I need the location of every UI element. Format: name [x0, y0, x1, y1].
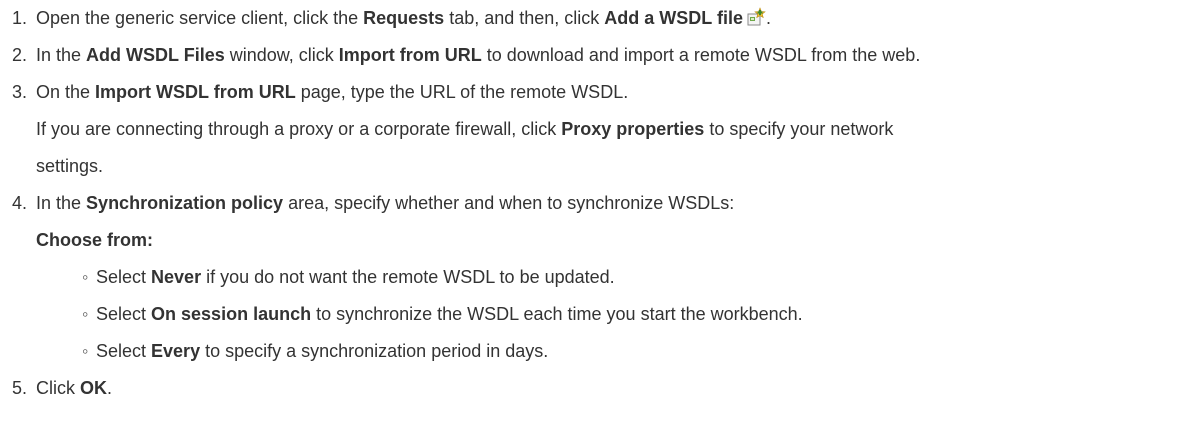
step-text: . — [765, 8, 771, 28]
step-4: 4. In the Synchronization policy area, sp… — [12, 185, 1199, 222]
step-text: Open the generic service client, click t… — [36, 8, 364, 28]
step-text: Select — [96, 304, 152, 324]
step-1: 1. Open the generic service client, click… — [12, 0, 1199, 37]
step-number: 2. — [12, 45, 28, 65]
choose-from-label: Choose from: — [36, 230, 153, 250]
ui-term: Import from URL — [338, 45, 482, 65]
step-number: 4. — [12, 193, 28, 213]
step-3-note-cont: settings. — [12, 148, 1199, 185]
bullet-icon: ◦ — [82, 341, 89, 361]
choose-from-heading: Choose from: — [12, 222, 1199, 259]
step-text: to synchronize the WSDL each time you st… — [311, 304, 803, 324]
ui-term: OK — [80, 378, 107, 398]
step-text: page, type the URL of the remote WSDL. — [295, 82, 629, 102]
step-number: 3. — [12, 82, 28, 102]
instructions-list: 1. Open the generic service client, click… — [0, 0, 1199, 407]
step-text: window, click — [224, 45, 339, 65]
step-5: 5. Click OK. — [12, 370, 1199, 407]
ui-term: Add a WSDL file — [604, 8, 743, 28]
ui-term: Synchronization policy — [86, 193, 284, 213]
ui-term: Requests — [363, 8, 445, 28]
ui-term: Never — [151, 267, 202, 287]
step-text: On the — [36, 82, 96, 102]
step-text: In the — [36, 45, 87, 65]
list-item: ◦ Select On session launch to synchronize… — [12, 296, 1199, 333]
step-3-note: If you are connecting through a proxy or… — [12, 111, 1199, 148]
ui-term: Proxy properties — [561, 119, 705, 139]
step-text: tab, and then, click — [444, 8, 605, 28]
ui-term: Every — [151, 341, 201, 361]
step-text: . — [107, 378, 113, 398]
step-number: 5. — [12, 378, 28, 398]
bullet-icon: ◦ — [82, 304, 89, 324]
step-text: Click — [36, 378, 80, 398]
step-text: if you do not want the remote WSDL to be… — [201, 267, 615, 287]
step-2: 2. In the Add WSDL Files window, click Im… — [12, 37, 1199, 74]
step-text: to specify a synchronization period in d… — [200, 341, 549, 361]
step-text: Select — [96, 267, 152, 287]
step-text: to specify your network — [704, 119, 894, 139]
list-item: ◦ Select Every to specify a synchronizati… — [12, 333, 1199, 370]
step-text: Select — [96, 341, 152, 361]
step-text: If you are connecting through a proxy or… — [36, 119, 562, 139]
ui-term: Import WSDL from URL — [95, 82, 296, 102]
step-text: settings. — [36, 156, 104, 176]
step-text: to download and import a remote WSDL fro… — [481, 45, 921, 65]
step-number: 1. — [12, 8, 28, 28]
bullet-icon: ◦ — [82, 267, 89, 287]
step-text: In the — [36, 193, 87, 213]
add-wsdl-file-icon — [746, 3, 766, 26]
ui-term: Add WSDL Files — [86, 45, 225, 65]
step-text: area, specify whether and when to synchr… — [283, 193, 735, 213]
step-3: 3. On the Import WSDL from URL page, type… — [12, 74, 1199, 111]
list-item: ◦ Select Never if you do not want the rem… — [12, 259, 1199, 296]
ui-term: On session launch — [151, 304, 312, 324]
